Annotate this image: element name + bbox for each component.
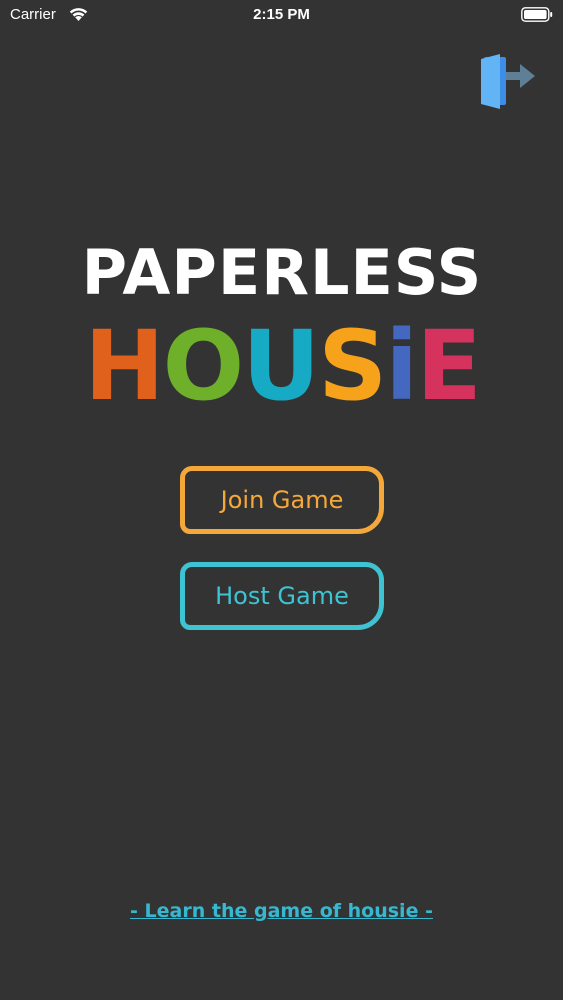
exit-door-icon: [481, 54, 535, 109]
app-logo: PAPERLESS HOUSiE: [62, 240, 502, 420]
logo-letter: U: [242, 310, 320, 422]
battery-icon: [521, 7, 553, 22]
logo-letter: O: [162, 310, 245, 422]
status-bar: Carrier 2:15 PM: [0, 0, 563, 30]
logo-title-paperless: PAPERLESS: [81, 236, 483, 309]
status-time: 2:15 PM: [253, 6, 310, 23]
host-game-button[interactable]: Host Game: [180, 562, 384, 630]
logo-letter: H: [84, 310, 164, 422]
exit-button[interactable]: [478, 53, 540, 111]
join-game-button[interactable]: Join Game: [180, 466, 384, 534]
logo-letter: E: [416, 310, 482, 422]
learn-housie-link[interactable]: - Learn the game of housie -: [0, 900, 563, 922]
logo-letter: i: [385, 310, 418, 422]
logo-letter: S: [318, 310, 387, 422]
logo-title-housie: HOUSiE: [62, 316, 502, 416]
